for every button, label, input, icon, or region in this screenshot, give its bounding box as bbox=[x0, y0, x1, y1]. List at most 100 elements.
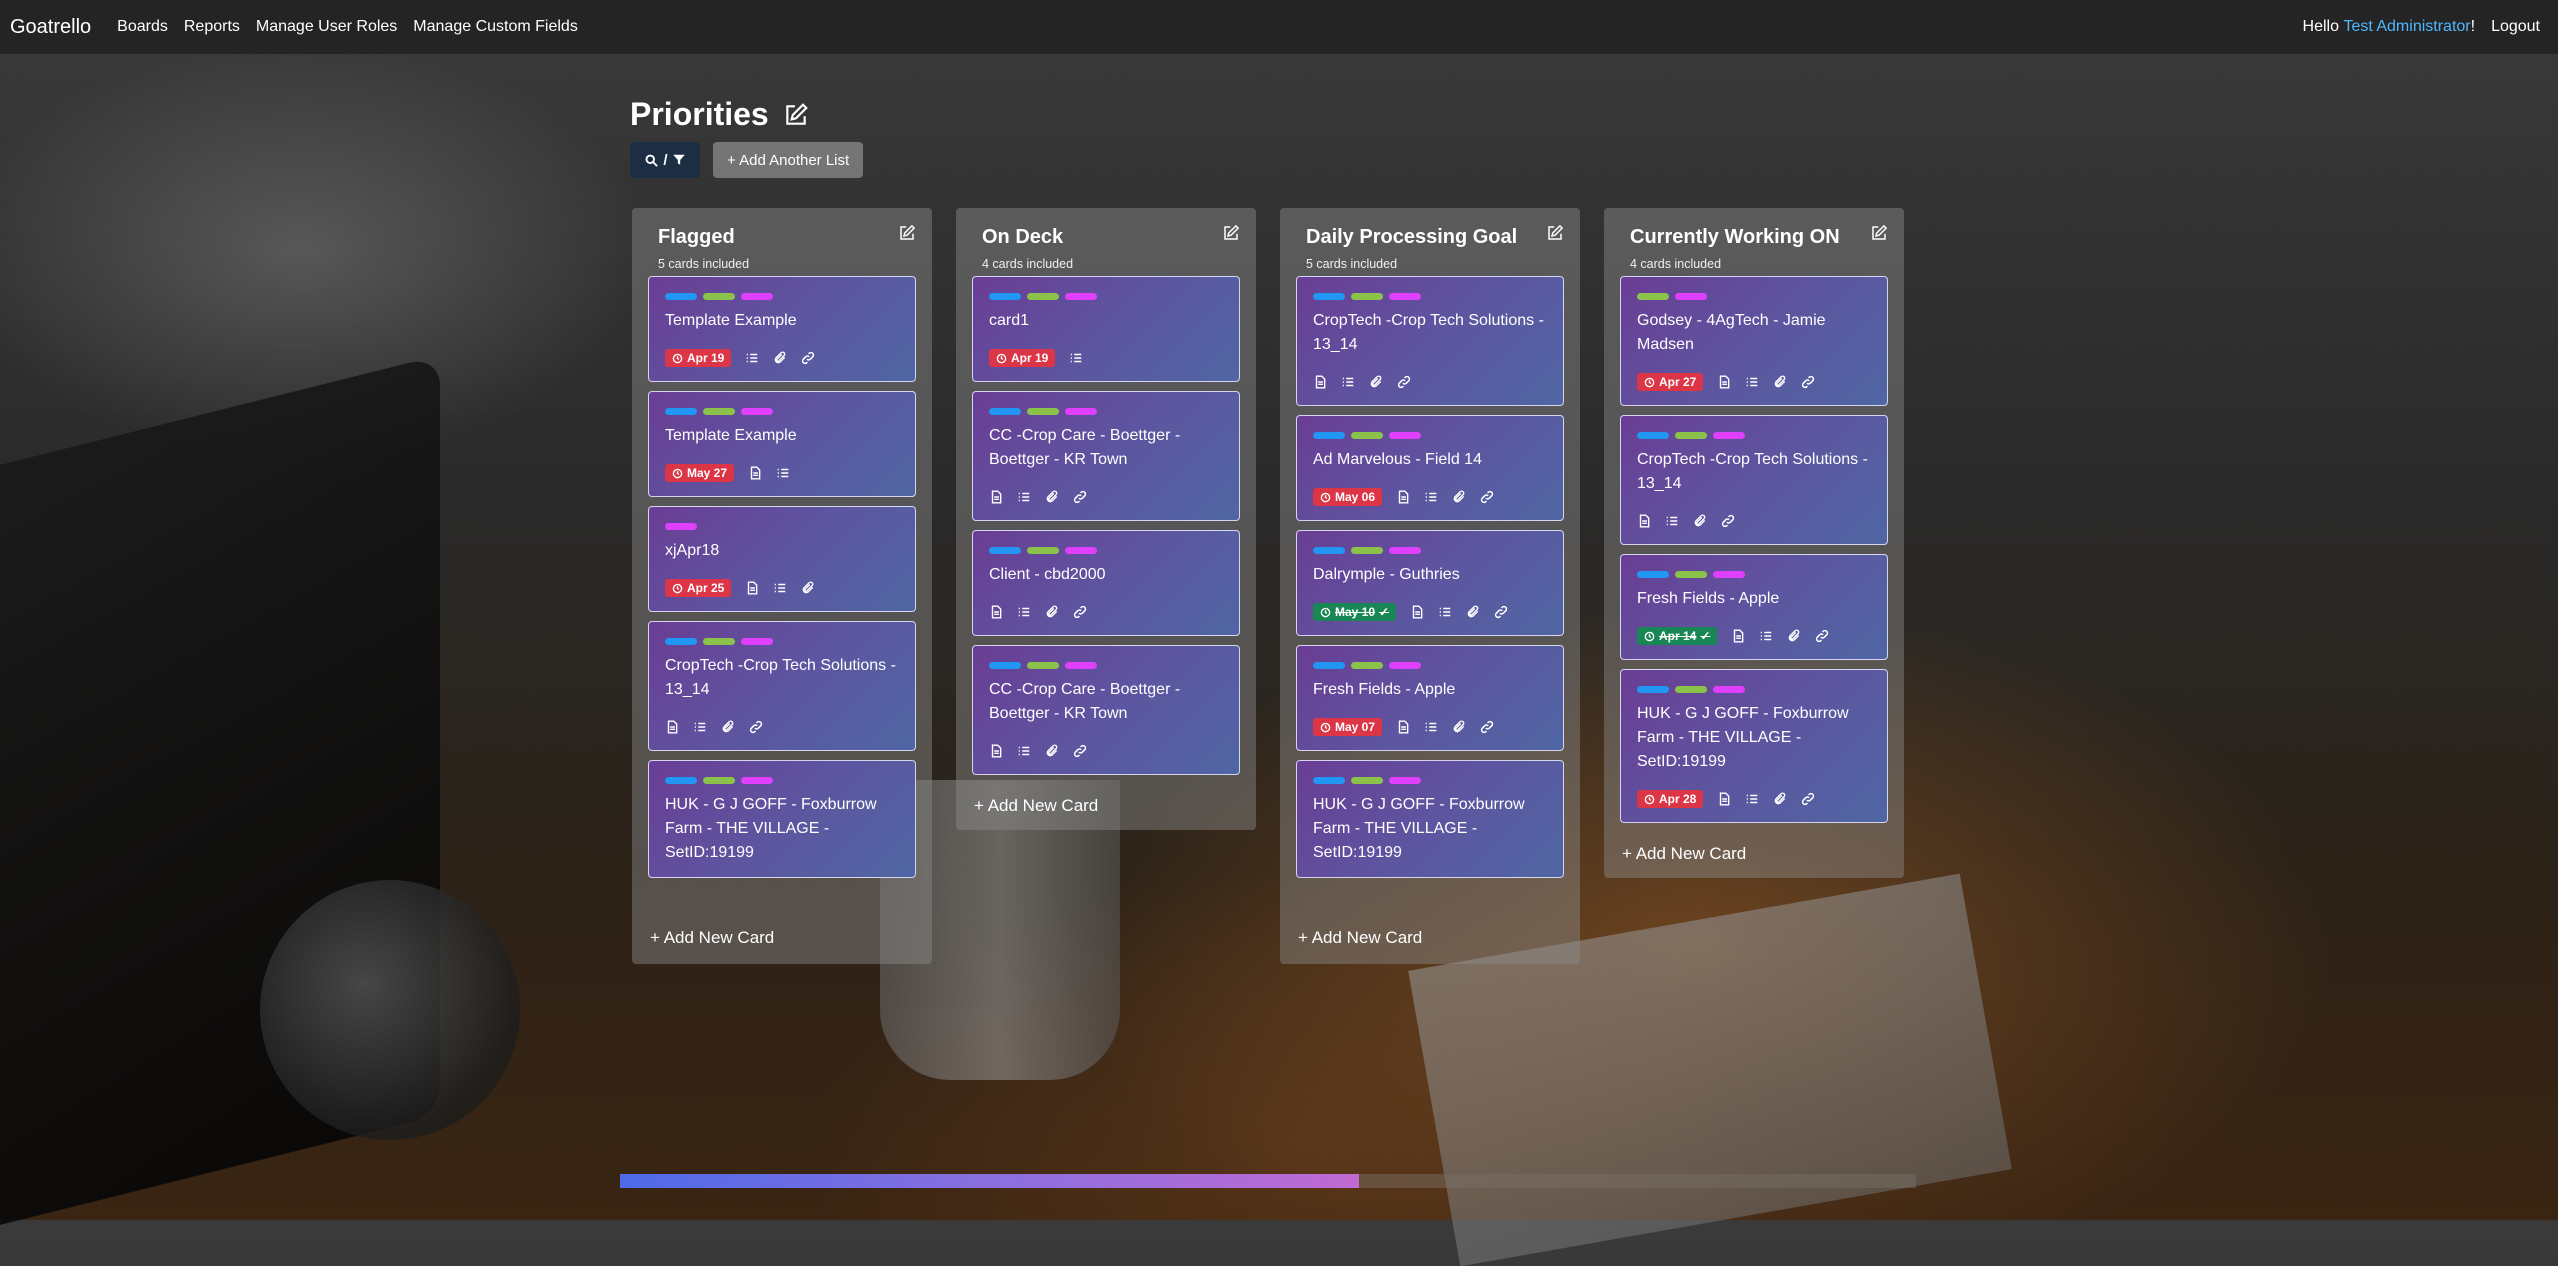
label-magenta[interactable] bbox=[1389, 432, 1421, 439]
due-date-badge[interactable]: May 07 bbox=[1313, 718, 1383, 736]
add-list-button[interactable]: + Add Another List bbox=[713, 142, 864, 178]
due-date-badge[interactable]: May 27 bbox=[665, 464, 735, 482]
add-card-button[interactable]: + Add New Card bbox=[1280, 920, 1580, 964]
label-magenta[interactable] bbox=[665, 523, 697, 530]
card[interactable]: HUK - G J GOFF - Foxburrow Farm - THE VI… bbox=[1296, 760, 1564, 878]
list-cards[interactable]: CropTech -Crop Tech Solutions - 13_14 Ad … bbox=[1280, 276, 1580, 920]
add-card-button[interactable]: + Add New Card bbox=[1604, 832, 1904, 878]
search-filter-button[interactable]: / bbox=[630, 142, 700, 178]
edit-list-icon[interactable] bbox=[1222, 224, 1240, 242]
card[interactable]: CC -Crop Care - Boettger - Boettger - KR… bbox=[972, 391, 1240, 521]
label-blue[interactable] bbox=[1313, 777, 1345, 784]
label-magenta[interactable] bbox=[1675, 293, 1707, 300]
edit-list-icon[interactable] bbox=[1546, 224, 1564, 242]
label-green[interactable] bbox=[1675, 571, 1707, 578]
label-blue[interactable] bbox=[1313, 662, 1345, 669]
label-green[interactable] bbox=[1027, 293, 1059, 300]
label-blue[interactable] bbox=[989, 662, 1021, 669]
card[interactable]: HUK - G J GOFF - Foxburrow Farm - THE VI… bbox=[1620, 669, 1888, 823]
brand-logo[interactable]: Goatrello bbox=[10, 16, 91, 39]
label-blue[interactable] bbox=[665, 293, 697, 300]
list-title[interactable]: Daily Processing Goal bbox=[1306, 226, 1558, 249]
label-magenta[interactable] bbox=[1389, 777, 1421, 784]
card[interactable]: CropTech -Crop Tech Solutions - 13_14 bbox=[1620, 415, 1888, 545]
label-magenta[interactable] bbox=[741, 777, 773, 784]
due-date-badge[interactable]: Apr 19 bbox=[989, 349, 1056, 367]
nav-link-boards[interactable]: Boards bbox=[117, 18, 168, 36]
add-card-button[interactable]: + Add New Card bbox=[632, 920, 932, 964]
label-blue[interactable] bbox=[1637, 432, 1669, 439]
list-title[interactable]: On Deck bbox=[982, 226, 1234, 249]
nav-link-manage-custom-fields[interactable]: Manage Custom Fields bbox=[413, 18, 578, 36]
card[interactable]: Godsey - 4AgTech - Jamie Madsen Apr 27 bbox=[1620, 276, 1888, 406]
due-date-badge[interactable]: May 06 bbox=[1313, 488, 1383, 506]
label-blue[interactable] bbox=[989, 293, 1021, 300]
label-blue[interactable] bbox=[1313, 432, 1345, 439]
label-green[interactable] bbox=[1027, 547, 1059, 554]
label-green[interactable] bbox=[1351, 547, 1383, 554]
list-title[interactable]: Currently Working ON bbox=[1630, 226, 1882, 249]
label-magenta[interactable] bbox=[741, 408, 773, 415]
list-cards[interactable]: card1 Apr 19 CC -Crop Care - Boettger - Bo… bbox=[956, 276, 1256, 784]
card[interactable]: CropTech -Crop Tech Solutions - 13_14 bbox=[648, 621, 916, 751]
label-green[interactable] bbox=[1351, 293, 1383, 300]
label-green[interactable] bbox=[703, 408, 735, 415]
label-blue[interactable] bbox=[665, 777, 697, 784]
label-green[interactable] bbox=[1351, 432, 1383, 439]
label-green[interactable] bbox=[703, 293, 735, 300]
label-magenta[interactable] bbox=[1065, 547, 1097, 554]
card[interactable]: Dalrymple - Guthries May 10 ✓ bbox=[1296, 530, 1564, 636]
card[interactable]: Template Example Apr 19 bbox=[648, 276, 916, 382]
label-green[interactable] bbox=[1675, 432, 1707, 439]
label-green[interactable] bbox=[703, 777, 735, 784]
label-green[interactable] bbox=[1351, 777, 1383, 784]
due-date-badge[interactable]: Apr 25 bbox=[665, 579, 732, 597]
nav-link-manage-user-roles[interactable]: Manage User Roles bbox=[256, 18, 397, 36]
nav-link-reports[interactable]: Reports bbox=[184, 18, 240, 36]
due-date-badge[interactable]: Apr 19 bbox=[665, 349, 732, 367]
card[interactable]: Fresh Fields - Apple Apr 14 ✓ bbox=[1620, 554, 1888, 660]
due-date-badge[interactable]: Apr 28 bbox=[1637, 790, 1704, 808]
card[interactable]: xjApr18 Apr 25 bbox=[648, 506, 916, 612]
label-magenta[interactable] bbox=[741, 293, 773, 300]
label-green[interactable] bbox=[1027, 662, 1059, 669]
label-magenta[interactable] bbox=[1065, 408, 1097, 415]
due-date-badge[interactable]: Apr 27 bbox=[1637, 373, 1704, 391]
card[interactable]: CropTech -Crop Tech Solutions - 13_14 bbox=[1296, 276, 1564, 406]
label-blue[interactable] bbox=[1313, 293, 1345, 300]
label-blue[interactable] bbox=[665, 638, 697, 645]
label-magenta[interactable] bbox=[1065, 662, 1097, 669]
card[interactable]: card1 Apr 19 bbox=[972, 276, 1240, 382]
card[interactable]: Fresh Fields - Apple May 07 bbox=[1296, 645, 1564, 751]
label-magenta[interactable] bbox=[1389, 547, 1421, 554]
card[interactable]: Template Example May 27 bbox=[648, 391, 916, 497]
label-magenta[interactable] bbox=[1713, 571, 1745, 578]
label-green[interactable] bbox=[1675, 686, 1707, 693]
edit-list-icon[interactable] bbox=[898, 224, 916, 242]
card[interactable]: Ad Marvelous - Field 14 May 06 bbox=[1296, 415, 1564, 521]
label-blue[interactable] bbox=[1637, 571, 1669, 578]
label-green[interactable] bbox=[1351, 662, 1383, 669]
label-magenta[interactable] bbox=[741, 638, 773, 645]
card[interactable]: HUK - G J GOFF - Foxburrow Farm - THE VI… bbox=[648, 760, 916, 878]
card[interactable]: CC -Crop Care - Boettger - Boettger - KR… bbox=[972, 645, 1240, 775]
label-green[interactable] bbox=[1637, 293, 1669, 300]
label-magenta[interactable] bbox=[1713, 432, 1745, 439]
scrollbar-thumb[interactable] bbox=[620, 1174, 1359, 1188]
label-green[interactable] bbox=[703, 638, 735, 645]
list-cards[interactable]: Godsey - 4AgTech - Jamie Madsen Apr 27 Cro… bbox=[1604, 276, 1904, 832]
label-blue[interactable] bbox=[989, 547, 1021, 554]
list-cards[interactable]: Template Example Apr 19 Template Example Ma… bbox=[632, 276, 932, 920]
logout-link[interactable]: Logout bbox=[2491, 18, 2540, 36]
add-card-button[interactable]: + Add New Card bbox=[956, 784, 1256, 830]
due-date-badge[interactable]: May 10 ✓ bbox=[1313, 603, 1397, 621]
edit-list-icon[interactable] bbox=[1870, 224, 1888, 242]
label-green[interactable] bbox=[1027, 408, 1059, 415]
label-blue[interactable] bbox=[989, 408, 1021, 415]
label-blue[interactable] bbox=[1313, 547, 1345, 554]
user-name-link[interactable]: Test Administrator bbox=[2343, 18, 2470, 36]
list-title[interactable]: Flagged bbox=[658, 226, 910, 249]
label-magenta[interactable] bbox=[1389, 662, 1421, 669]
board-horizontal-scrollbar[interactable] bbox=[620, 1174, 1916, 1188]
label-blue[interactable] bbox=[665, 408, 697, 415]
